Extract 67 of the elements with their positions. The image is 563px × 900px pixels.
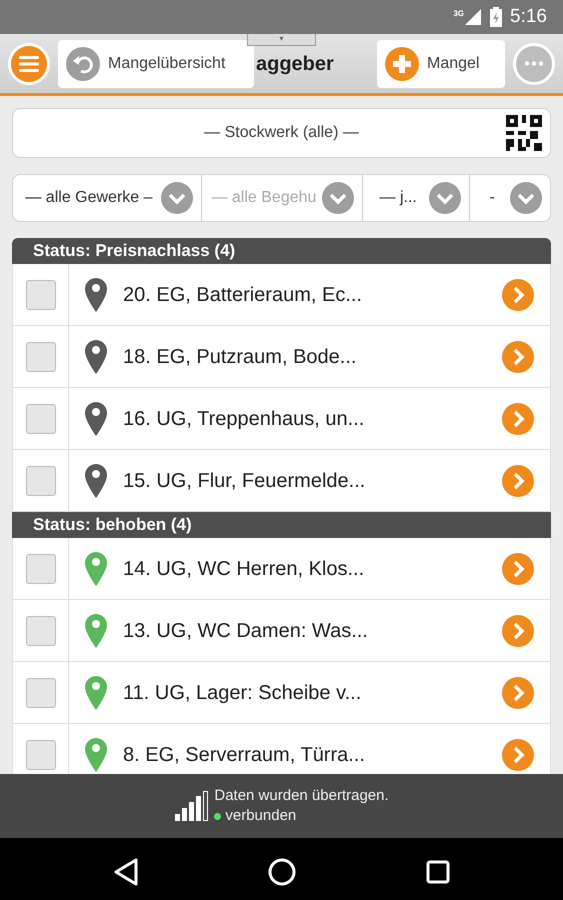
sync-message: Daten wurden übertragen. (214, 786, 389, 806)
filter-value: — alle Begehu (210, 188, 318, 208)
back-button[interactable]: Mangelübersicht (58, 40, 254, 88)
floor-select[interactable]: — Stockwerk (alle) — (12, 108, 551, 158)
battery-icon (490, 7, 502, 27)
defect-title: 16. UG, Treppenhaus, un... (123, 406, 366, 432)
checkbox[interactable] (26, 616, 56, 646)
app-title: aggeber (256, 52, 334, 76)
defect-title: 13. UG, WC Damen: Was... (123, 618, 369, 644)
defect-row[interactable]: 13. UG, WC Damen: Was... (12, 600, 551, 662)
group-header: Status: behoben (4) (12, 512, 551, 538)
checkbox[interactable] (26, 404, 56, 434)
chevron-down-icon (160, 182, 193, 214)
add-button[interactable]: Mangel (377, 40, 505, 88)
more-button[interactable] (513, 42, 555, 84)
chevron-right-icon[interactable] (502, 340, 534, 372)
floor-select-label: — Stockwerk (alle) — (203, 123, 360, 143)
filter-dropdown[interactable]: — alle Gewerke – (13, 175, 202, 221)
defect-row[interactable]: 14. UG, WC Herren, Klos... (12, 538, 551, 600)
chevron-right-icon[interactable] (502, 402, 534, 434)
more-icon (524, 61, 544, 66)
checkbox[interactable] (26, 554, 56, 584)
defect-title: 8. EG, Serverraum, Türra... (123, 742, 366, 768)
checkbox[interactable] (26, 466, 56, 496)
signal-strength-icon (174, 790, 210, 822)
chevron-right-icon[interactable] (502, 676, 534, 708)
home-nav-icon[interactable] (268, 858, 296, 886)
undo-icon (66, 46, 100, 80)
filter-value: — j... (378, 188, 418, 208)
clock-time: 5:16 (510, 4, 547, 29)
checkbox[interactable] (26, 740, 56, 770)
defect-title: 20. EG, Batterieraum, Ec... (123, 282, 363, 308)
chevron-right-icon[interactable] (502, 278, 534, 310)
checkbox[interactable] (26, 678, 56, 708)
defect-title: 14. UG, WC Herren, Klos... (123, 556, 366, 582)
qr-code-icon[interactable] (506, 115, 542, 151)
defect-title: 18. EG, Putzraum, Bode... (123, 344, 358, 370)
defect-row[interactable]: 11. UG, Lager: Scheibe v... (12, 662, 551, 724)
group-header: Status: Preisnachlass (4) (12, 238, 551, 264)
chevron-down-icon (429, 182, 462, 214)
defect-row[interactable]: 18. EG, Putzraum, Bode... (12, 326, 551, 388)
filter-value: - (488, 188, 496, 208)
plus-icon (385, 46, 419, 80)
connection-status: verbunden (225, 806, 296, 826)
menu-icon (19, 56, 39, 72)
filter-dropdown[interactable]: - (470, 175, 550, 221)
chevron-right-icon[interactable] (502, 614, 534, 646)
filter-dropdown[interactable]: — j... (362, 175, 470, 221)
defect-row[interactable]: 16. UG, Treppenhaus, un... (12, 388, 551, 450)
defect-title: 15. UG, Flur, Feuermelde... (123, 468, 366, 494)
defect-row[interactable]: 20. EG, Batterieraum, Ec... (12, 264, 551, 326)
checkbox[interactable] (26, 342, 56, 372)
chevron-right-icon[interactable] (502, 464, 534, 496)
filter-value: — alle Gewerke – (24, 188, 154, 208)
back-nav-icon[interactable] (112, 858, 139, 886)
chevron-down-icon (322, 182, 354, 214)
network-label: 3G (453, 8, 464, 20)
chevron-right-icon[interactable] (502, 552, 534, 584)
defect-title: 11. UG, Lager: Scheibe v... (123, 680, 362, 706)
defect-row[interactable]: 15. UG, Flur, Feuermelde... (12, 450, 551, 512)
recent-apps-icon[interactable] (426, 860, 450, 884)
chevron-down-icon (510, 182, 542, 214)
chevron-right-icon[interactable] (502, 738, 534, 770)
menu-button[interactable] (8, 42, 50, 84)
defect-row[interactable]: 8. EG, Serverraum, Türra... (12, 724, 551, 774)
checkbox[interactable] (26, 280, 56, 310)
pull-down-handle[interactable]: ▾ (247, 34, 316, 46)
